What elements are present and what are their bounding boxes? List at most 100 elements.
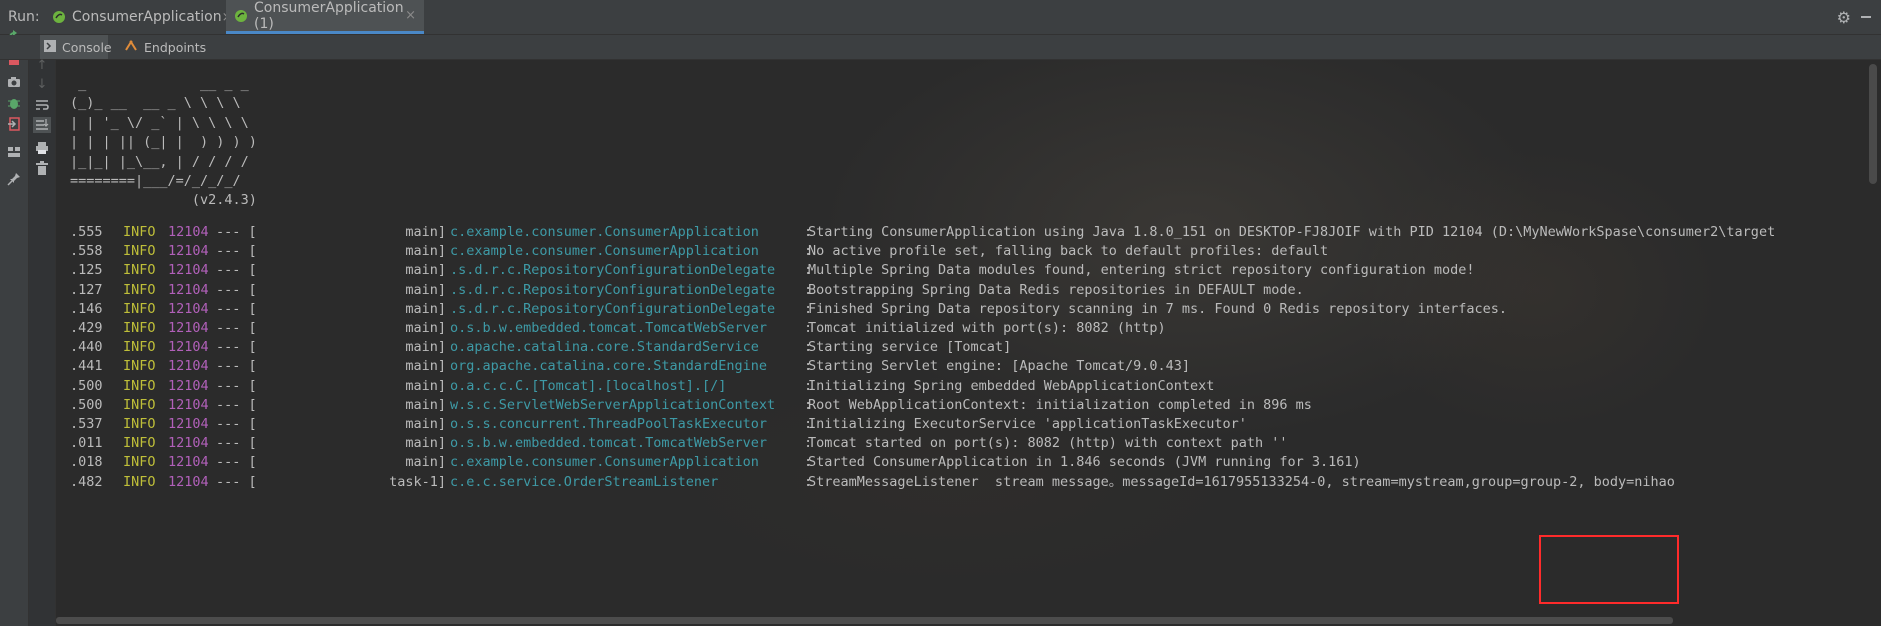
log-thread: main] <box>405 262 446 279</box>
log-logger: .s.d.r.c.RepositoryConfigurationDelegate <box>450 300 776 317</box>
log-colon: : <box>804 224 813 240</box>
exit-icon[interactable] <box>5 116 23 132</box>
log-timestamp: .537 <box>70 416 103 432</box>
log-separator: --- [ <box>216 435 257 452</box>
pin-icon[interactable] <box>5 171 23 187</box>
tab-console-label: Console <box>62 39 112 55</box>
log-pid: 12104 <box>168 435 209 452</box>
log-colon: : <box>804 416 813 432</box>
log-colon: : <box>804 320 813 336</box>
banner-line: |_|_| |_\__, | / / / / <box>70 153 249 170</box>
log-pid: 12104 <box>168 473 209 490</box>
vertical-scrollbar[interactable] <box>1866 60 1881 614</box>
log-timestamp: .146 <box>70 300 103 317</box>
spring-boot-banner: _ __ _ _ (_)_ __ __ _ \ \ \ \ | | '_ \/ … <box>70 75 257 211</box>
log-logger: o.s.b.w.embedded.tomcat.TomcatWebServer <box>450 435 767 452</box>
scroll-to-end-icon[interactable] <box>33 117 51 133</box>
log-level: INFO <box>123 358 156 375</box>
console-tab-bar: Console Endpoints <box>0 35 1881 60</box>
log-pid: 12104 <box>168 358 209 375</box>
log-logger: .s.d.r.c.RepositoryConfigurationDelegate <box>450 262 776 279</box>
log-separator: --- [ <box>216 454 257 471</box>
debug-icon[interactable] <box>5 95 23 111</box>
layout-icon[interactable] <box>5 144 23 160</box>
log-message: Tomcat initialized with port(s): 8082 (h… <box>808 320 1166 336</box>
log-thread: main] <box>405 416 446 432</box>
log-pid: 12104 <box>168 377 209 394</box>
log-message: Multiple Spring Data modules found, ente… <box>808 262 1475 279</box>
log-level: INFO <box>123 377 156 394</box>
spring-boot-icon <box>234 9 248 23</box>
log-timestamp: .127 <box>70 281 103 298</box>
log-separator: --- [ <box>216 377 257 394</box>
log-pid: 12104 <box>168 224 209 240</box>
log-logger: org.apache.catalina.core.StandardEngine <box>450 358 767 375</box>
log-level: INFO <box>123 339 156 356</box>
tab-endpoints[interactable]: Endpoints <box>124 35 206 59</box>
log-colon: : <box>804 281 813 298</box>
log-thread: main] <box>405 435 446 452</box>
banner-line: (_)_ __ __ _ \ \ \ \ <box>70 95 241 112</box>
log-timestamp: .555 <box>70 224 103 240</box>
log-colon: : <box>804 435 813 452</box>
run-tool-window-header: Run: ConsumerApplication × ConsumerAppli… <box>0 0 1881 35</box>
log-pid: 12104 <box>168 243 209 260</box>
banner-line: ========|___/=/_/_/_/ <box>70 173 241 190</box>
log-logger: c.example.consumer.ConsumerApplication <box>450 224 759 240</box>
log-colon: : <box>804 300 813 317</box>
banner-line: | | '_ \/ _` | \ \ \ \ <box>70 114 249 131</box>
endpoints-icon <box>124 39 138 55</box>
scroll-down-icon[interactable]: ↓ <box>33 76 51 92</box>
log-separator: --- [ <box>216 339 257 356</box>
log-logger: o.apache.catalina.core.StandardService <box>450 339 759 356</box>
log-separator: --- [ <box>216 300 257 317</box>
log-colon: : <box>804 358 813 375</box>
scrollbar-thumb[interactable] <box>1869 64 1877 184</box>
scroll-up-icon[interactable]: ↑ <box>33 57 51 73</box>
log-thread: main] <box>405 300 446 317</box>
log-logger: o.s.b.w.embedded.tomcat.TomcatWebServer <box>450 320 767 336</box>
banner-line: | | | || (_| | ) ) ) ) <box>70 134 257 151</box>
log-separator: --- [ <box>216 358 257 375</box>
log-timestamp: .441 <box>70 358 103 375</box>
log-level: INFO <box>123 300 156 317</box>
tab-consumer-application-1[interactable]: ConsumerApplication (1) × <box>226 0 424 34</box>
tab-endpoints-label: Endpoints <box>144 39 207 55</box>
log-timestamp: .558 <box>70 243 103 260</box>
run-toolbar <box>0 30 29 626</box>
log-thread: main] <box>405 396 446 413</box>
log-pid: 12104 <box>168 320 209 336</box>
gear-icon[interactable]: ⚙ <box>1837 8 1851 27</box>
log-separator: --- [ <box>216 224 257 240</box>
scrollbar-thumb[interactable] <box>56 617 1673 624</box>
log-level: INFO <box>123 281 156 298</box>
banner-line: _ __ _ _ <box>70 76 249 92</box>
log-logger: c.example.consumer.ConsumerApplication <box>450 454 759 471</box>
spring-boot-icon <box>52 10 66 24</box>
log-message: No active profile set, falling back to d… <box>808 243 1329 260</box>
tab-consumer-application[interactable]: ConsumerApplication × <box>44 0 233 34</box>
print-icon[interactable] <box>33 140 51 156</box>
log-separator: --- [ <box>216 243 257 260</box>
soft-wrap-icon[interactable] <box>33 97 51 113</box>
tab-console[interactable]: Console <box>40 35 112 59</box>
log-level: INFO <box>123 320 156 336</box>
close-icon[interactable]: × <box>405 8 416 23</box>
log-separator: --- [ <box>216 281 257 298</box>
log-message: Tomcat started on port(s): 8082 (http) w… <box>808 435 1288 452</box>
trash-icon[interactable] <box>33 160 51 176</box>
horizontal-scrollbar[interactable] <box>56 614 1881 626</box>
log-message: Starting ConsumerApplication using Java … <box>808 224 1776 240</box>
log-timestamp: .440 <box>70 339 103 356</box>
log-separator: --- [ <box>216 320 257 336</box>
log-message: Bootstrapping Spring Data Redis reposito… <box>808 281 1304 298</box>
run-label: Run: <box>8 9 40 25</box>
log-timestamp: .429 <box>70 320 103 336</box>
minimize-icon[interactable] <box>1861 16 1871 18</box>
console-output[interactable]: _ __ _ _ (_)_ __ __ _ \ \ \ \ | | '_ \/ … <box>56 60 1881 614</box>
log-level: INFO <box>123 396 156 413</box>
log-colon: : <box>804 396 813 413</box>
camera-icon[interactable] <box>5 74 23 90</box>
log-timestamp: .011 <box>70 435 103 452</box>
log-pid: 12104 <box>168 416 209 432</box>
